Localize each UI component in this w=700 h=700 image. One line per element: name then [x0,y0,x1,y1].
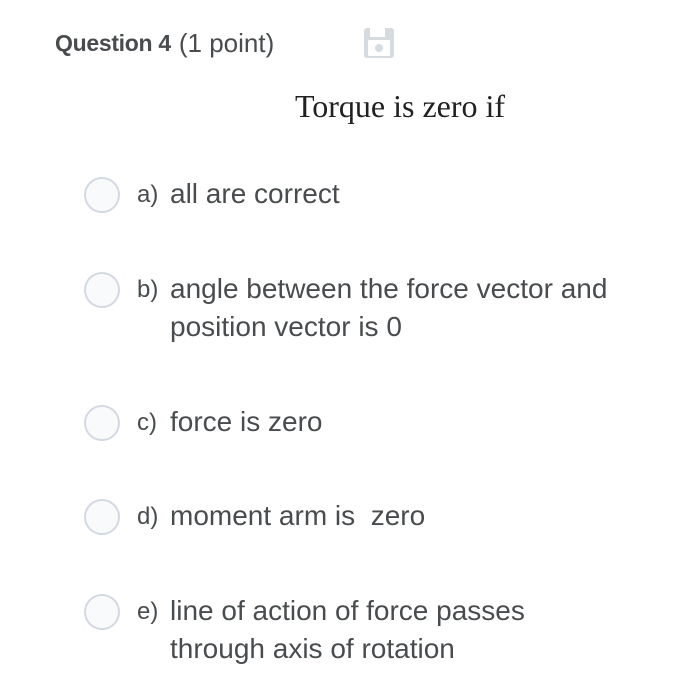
question-points: (1 point) [178,27,275,58]
option-d[interactable]: d) moment arm is zero [84,499,425,535]
option-e[interactable]: e) line of action of force passes throug… [84,594,525,668]
radio-button[interactable] [84,177,120,213]
option-letter: d) [137,503,159,530]
question-text: Torque is zero if [294,88,506,124]
option-a[interactable]: a) all are correct [84,177,340,213]
floppy-disk-icon[interactable] [362,26,396,60]
radio-button[interactable] [84,272,120,308]
option-letter: b) [137,276,159,303]
option-label: angle between the force vector and posit… [170,273,608,342]
option-label: all are correct [170,178,340,209]
question-title: Question 4 [55,29,171,56]
option-letter: a) [137,181,159,208]
radio-button[interactable] [84,594,120,630]
option-c[interactable]: c) force is zero [84,405,323,441]
question-header: Question 4 (1 point) [55,26,274,60]
option-label: line of action of force passes through a… [170,595,525,664]
option-letter: e) [137,598,159,625]
option-label: force is zero [170,406,323,437]
option-label: moment arm is zero [170,500,426,531]
option-b[interactable]: b) angle between the force vector and po… [84,272,607,346]
radio-button[interactable] [84,405,120,441]
option-letter: c) [137,409,157,436]
radio-button[interactable] [84,499,120,535]
